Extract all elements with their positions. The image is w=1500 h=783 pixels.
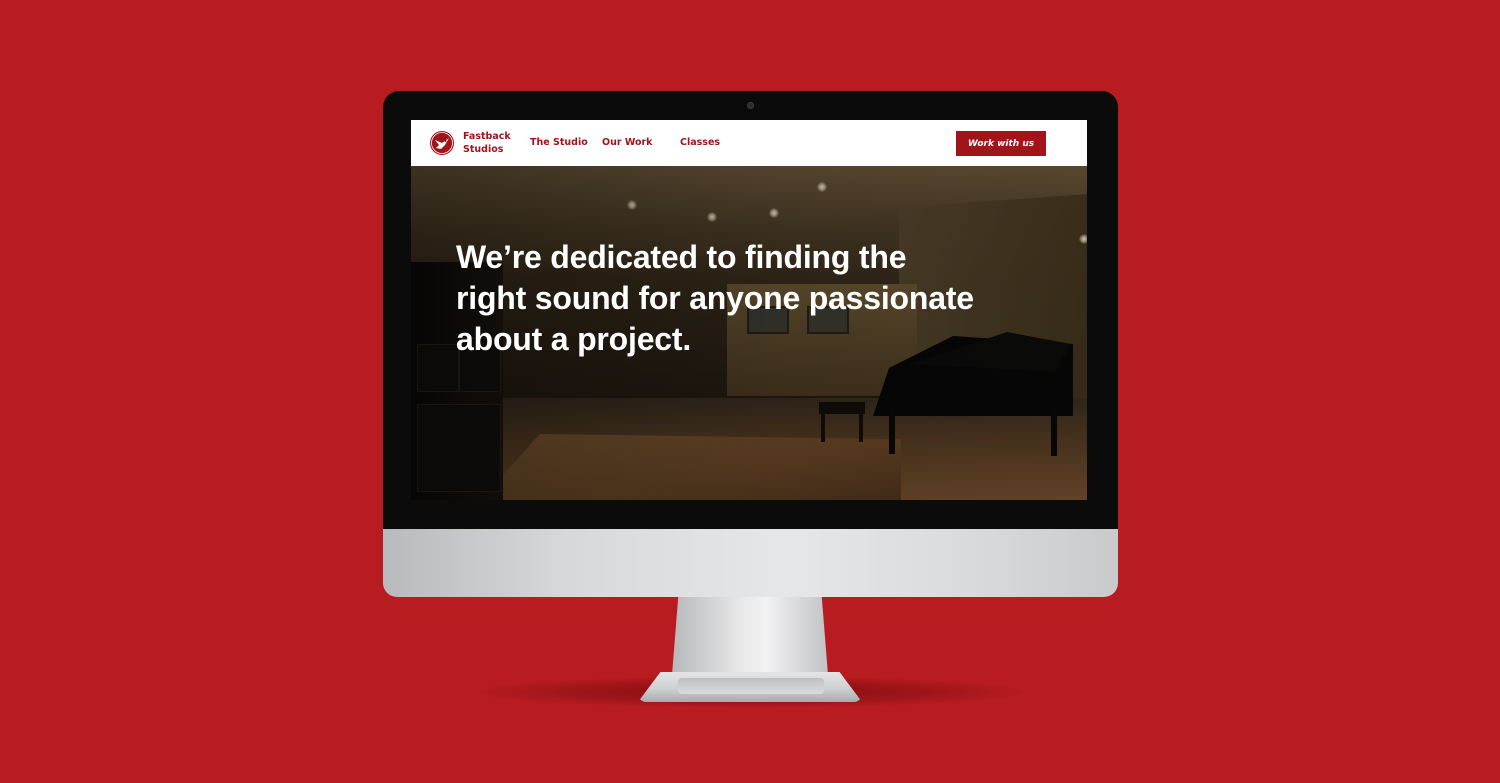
monitor-base-reflection — [678, 678, 824, 694]
hero-section: We’re dedicated to finding the right sou… — [411, 166, 1087, 500]
hero-headline-line1: We’re dedicated to finding the — [456, 239, 907, 275]
nav-link-the-studio[interactable]: The Studio — [530, 137, 588, 149]
work-with-us-button[interactable]: Work with us — [956, 131, 1046, 156]
site-navbar: Fastback Studios The Studio Our Work Cla… — [411, 120, 1087, 167]
brand-name-line1: Fastback — [463, 131, 511, 142]
bird-logo-icon[interactable] — [430, 131, 454, 155]
monitor-screen: Fastback Studios The Studio Our Work Cla… — [411, 120, 1087, 500]
hero-headline-line3: about a project. — [456, 321, 692, 357]
nav-link-classes[interactable]: Classes — [680, 137, 720, 149]
nav-link-our-work[interactable]: Our Work — [602, 137, 653, 149]
hero-headline-line2: right sound for anyone passionate — [456, 280, 974, 316]
hero-headline: We’re dedicated to finding the right sou… — [456, 237, 1056, 360]
webcam-icon — [747, 102, 754, 109]
monitor-stand — [672, 597, 828, 675]
monitor-chin — [383, 529, 1118, 597]
brand-name-line2: Studios — [463, 144, 504, 155]
brand-name[interactable]: Fastback Studios — [463, 130, 523, 156]
